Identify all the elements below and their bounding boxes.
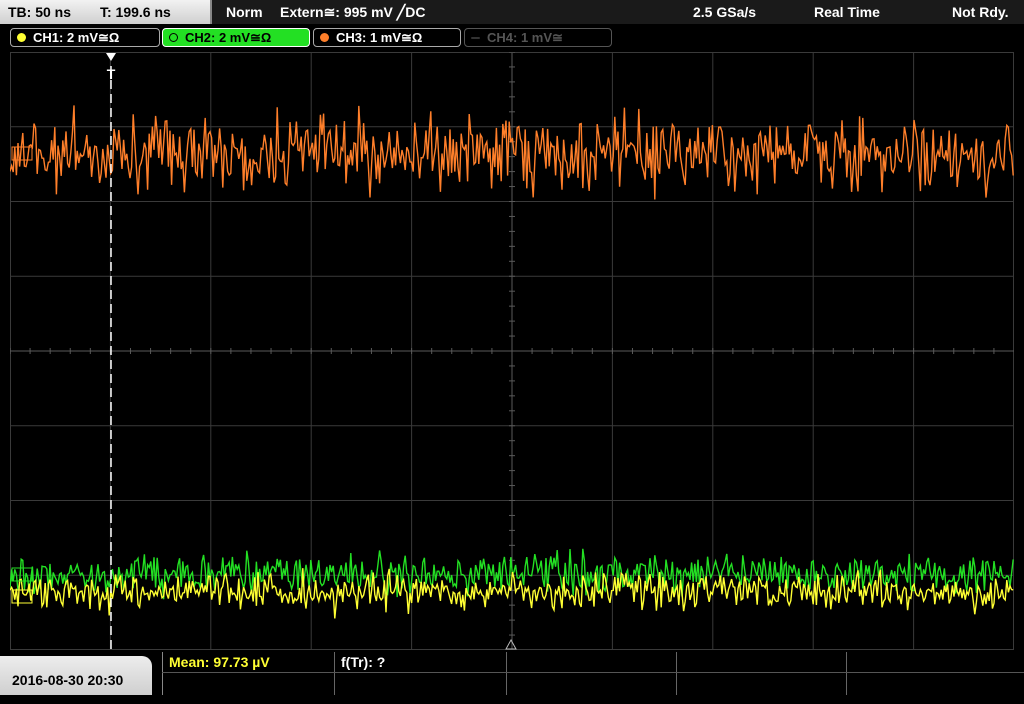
measurement-cell-3[interactable]	[506, 652, 676, 695]
trigger-time-value: T: 199.6 ns	[100, 4, 171, 20]
horizontal-ref-marker-icon	[505, 638, 517, 650]
channel-4-off-icon	[471, 37, 480, 39]
mean-measurement: Mean: 97.73 µV	[169, 654, 270, 670]
channel-1-button[interactable]: CH1: 2 mV≅Ω	[10, 28, 160, 47]
channel-2-color-dot	[169, 33, 178, 42]
trigger-position-arrow-icon[interactable]	[106, 53, 116, 61]
measurement-cell-1[interactable]: Mean: 97.73 µV	[162, 652, 334, 695]
channel-2-label: CH2: 2 mV≅Ω	[185, 30, 272, 45]
acquisition-mode[interactable]: Real Time	[814, 0, 880, 24]
measurement-cell-2[interactable]: f(Tr): ?	[334, 652, 506, 695]
channel-3-button[interactable]: CH3: 1 mV≅Ω	[313, 28, 461, 47]
channel-4-label: CH4: 1 mV≅	[487, 30, 563, 45]
channel-3-label: CH3: 1 mV≅Ω	[336, 30, 423, 45]
frequency-measurement: f(Tr): ?	[341, 654, 386, 670]
channel-1-label: CH1: 2 mV≅Ω	[33, 30, 120, 45]
datetime-label: 2016-08-30 20:30	[12, 672, 124, 688]
channel-4-button[interactable]: CH4: 1 mV≅	[464, 28, 612, 47]
datetime-box: 2016-08-30 20:30	[0, 656, 152, 695]
channel-2-button[interactable]: CH2: 2 mV≅Ω	[162, 28, 310, 47]
measurement-cell-4[interactable]	[676, 652, 846, 695]
timebase-box[interactable]: TB: 50 ns T: 199.6 ns	[0, 0, 212, 24]
channel-bar: CH1: 2 mV≅Ω CH2: 2 mV≅Ω CH3: 1 mV≅Ω CH4:…	[0, 25, 1024, 49]
trigger-source[interactable]: Extern≅: 995 mV ╱DC	[280, 0, 425, 24]
channel-1-color-dot	[17, 33, 26, 42]
measurement-bar: 2016-08-30 20:30 Mean: 97.73 µV f(Tr): ?	[0, 652, 1024, 695]
measurement-cell-5[interactable]	[846, 652, 1024, 695]
trigger-marker-label: T	[107, 66, 116, 82]
waveform-display[interactable]: T	[10, 52, 1014, 650]
channel-3-color-dot	[320, 33, 329, 42]
measurement-divider	[162, 672, 1024, 673]
status-bar: TB: 50 ns T: 199.6 ns Norm Extern≅: 995 …	[0, 0, 1024, 24]
sample-rate[interactable]: 2.5 GSa/s	[693, 0, 756, 24]
timebase-value: TB: 50 ns	[8, 4, 72, 20]
ready-status: Not Rdy.	[952, 4, 1009, 20]
trigger-mode[interactable]: Norm	[226, 0, 263, 24]
